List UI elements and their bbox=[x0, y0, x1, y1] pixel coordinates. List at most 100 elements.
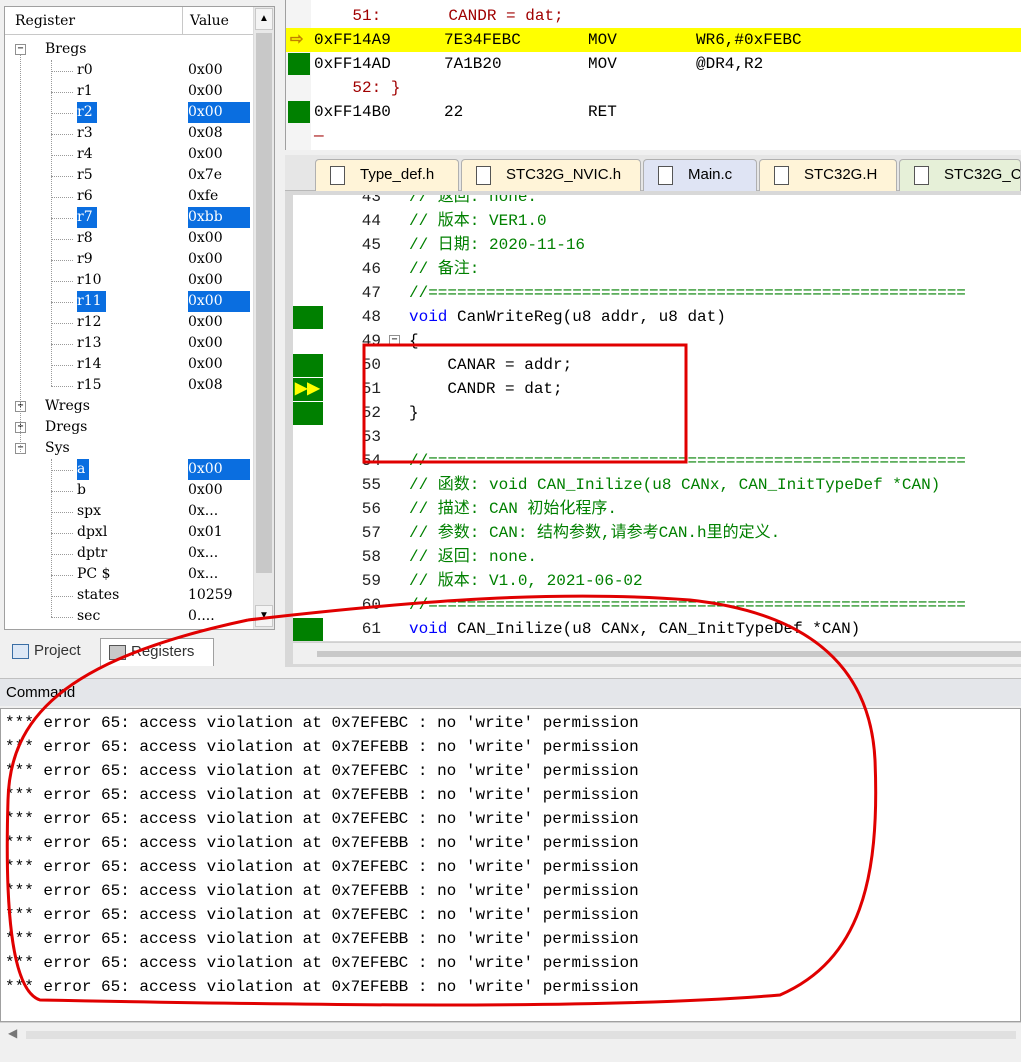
register-column-header[interactable]: Register bbox=[5, 7, 183, 35]
register-row[interactable]: r1 0x00 bbox=[5, 81, 253, 102]
register-name: r8 bbox=[77, 230, 93, 246]
disassembly-source-line[interactable]: 52: } bbox=[286, 76, 1021, 100]
line-number: 47 bbox=[361, 284, 381, 302]
register-name: Dregs bbox=[45, 419, 88, 435]
code-line[interactable]: 58 // 返回: none. bbox=[293, 545, 1021, 569]
file-tab[interactable]: Type_def.h bbox=[315, 159, 459, 191]
register-row[interactable]: dptr 0x... bbox=[5, 543, 253, 564]
collapse-icon[interactable]: − bbox=[15, 44, 26, 55]
code-line[interactable]: 56 // 描述: CAN 初始化程序. bbox=[293, 497, 1021, 521]
register-row[interactable]: r9 0x00 bbox=[5, 249, 253, 270]
code-line[interactable]: 49 { bbox=[293, 329, 1021, 353]
register-row[interactable]: sec 0.... bbox=[5, 606, 253, 627]
line-number: 54 bbox=[361, 452, 381, 470]
code-line[interactable]: 57 // 参数: CAN: 结构参数,请参考CAN.h里的定义. bbox=[293, 521, 1021, 545]
register-value: 0x00 bbox=[188, 230, 223, 246]
register-value: 0x00 bbox=[188, 482, 223, 498]
disassembly-source-line[interactable]: 51: CANDR = dat; bbox=[286, 4, 1021, 28]
register-row[interactable]: PC $ 0x... bbox=[5, 564, 253, 585]
source-text: — bbox=[314, 127, 324, 145]
register-row[interactable]: r8 0x00 bbox=[5, 228, 253, 249]
line-number: 50 bbox=[361, 356, 381, 374]
file-tab[interactable]: Main.c bbox=[643, 159, 757, 191]
scroll-thumb[interactable] bbox=[317, 651, 1021, 657]
code-line[interactable]: 59 // 版本: V1.0, 2021-06-02 bbox=[293, 569, 1021, 593]
file-tab[interactable]: STC32G_NVIC.h bbox=[461, 159, 641, 191]
file-tab[interactable]: STC32G_C bbox=[899, 159, 1021, 191]
register-row[interactable]: dpxl 0x01 bbox=[5, 522, 253, 543]
code-line[interactable]: 43 // 返回: none. bbox=[293, 195, 1021, 209]
register-group[interactable]: − Sys bbox=[5, 438, 253, 459]
scroll-down-icon[interactable]: ▼ bbox=[255, 605, 273, 627]
register-row[interactable]: r14 0x00 bbox=[5, 354, 253, 375]
line-number: 61 bbox=[361, 620, 381, 638]
register-row[interactable]: r10 0x00 bbox=[5, 270, 253, 291]
code-line[interactable]: 46 // 备注: bbox=[293, 257, 1021, 281]
register-row[interactable]: a 0x00 bbox=[5, 459, 253, 480]
register-name: r12 bbox=[77, 314, 102, 330]
register-value: 0x00 bbox=[188, 83, 223, 99]
code-line[interactable]: 50 CANAR = addr; bbox=[293, 353, 1021, 377]
code-line[interactable]: 53 bbox=[293, 425, 1021, 449]
disassembly-instruction[interactable]: 0xFF14A9 7E34FEBC MOV WR6,#0xFEBC ⇨ bbox=[286, 28, 1021, 52]
tree-connector bbox=[51, 386, 73, 387]
code-area[interactable]: ▶▶ − 43// 返回: none. 44// 版本: VER1.0 45// 日期… bbox=[293, 195, 1021, 641]
register-group[interactable]: + Wregs bbox=[5, 396, 253, 417]
code-line[interactable]: 47 //====================================… bbox=[293, 281, 1021, 305]
code-line[interactable]: 48 void CanWriteReg(u8 addr, u8 dat) bbox=[293, 305, 1021, 329]
file-tabs: Type_def.h STC32G_NVIC.h Main.c STC32G.H STC… bbox=[285, 155, 1021, 191]
command-output-line: *** error 65: access violation at 0x7EFE… bbox=[5, 810, 639, 828]
code-line[interactable]: 45 // 日期: 2020-11-16 bbox=[293, 233, 1021, 257]
code-line[interactable]: 44 // 版本: VER1.0 bbox=[293, 209, 1021, 233]
code-line[interactable]: 52} bbox=[293, 401, 1021, 425]
scroll-up-icon[interactable]: ▲ bbox=[255, 8, 273, 30]
register-row[interactable]: b 0x00 bbox=[5, 480, 253, 501]
register-row[interactable]: spx 0x... bbox=[5, 501, 253, 522]
command-horizontal-scrollbar[interactable]: ◀ bbox=[0, 1022, 1021, 1046]
register-row[interactable]: r11 0x00 bbox=[5, 291, 253, 312]
register-row[interactable]: r5 0x7e bbox=[5, 165, 253, 186]
register-row[interactable]: r4 0x00 bbox=[5, 144, 253, 165]
code-line[interactable]: 60 //====================================… bbox=[293, 593, 1021, 617]
code-line[interactable]: 54 //====================================… bbox=[293, 449, 1021, 473]
disassembly-instruction[interactable]: 0xFF14AD 7A1B20 MOV @DR4,R2 bbox=[286, 52, 1021, 76]
register-group[interactable]: + Dregs bbox=[5, 417, 253, 438]
register-row[interactable]: r15 0x08 bbox=[5, 375, 253, 396]
code-line[interactable]: 61 void CAN_Inilize(u8 CANx, CAN_InitType… bbox=[293, 617, 1021, 641]
register-row[interactable]: r0 0x00 bbox=[5, 60, 253, 81]
register-row[interactable]: r3 0x08 bbox=[5, 123, 253, 144]
command-output-line: *** error 65: access violation at 0x7EFE… bbox=[5, 882, 639, 900]
command-output-line: *** error 65: access violation at 0x7EFE… bbox=[5, 906, 639, 924]
source-text: 51: CANDR = dat; bbox=[314, 7, 564, 25]
disassembly-source-line[interactable]: — bbox=[286, 124, 1021, 148]
register-name: r9 bbox=[77, 251, 93, 267]
command-output[interactable]: *** error 65: access violation at 0x7EFE… bbox=[0, 708, 1021, 1022]
register-group[interactable]: − Bregs bbox=[5, 39, 253, 60]
register-row[interactable]: r2 0x00 bbox=[5, 102, 253, 123]
tab-project[interactable]: Project bbox=[4, 638, 96, 666]
scroll-thumb[interactable] bbox=[26, 1031, 1016, 1039]
file-tab[interactable]: STC32G.H bbox=[759, 159, 897, 191]
register-row[interactable]: states 10259 bbox=[5, 585, 253, 606]
scroll-left-icon[interactable]: ◀ bbox=[8, 1026, 17, 1040]
code-line[interactable]: 51 CANDR = dat; bbox=[293, 377, 1021, 401]
tree-connector bbox=[51, 533, 73, 534]
register-row[interactable]: r13 0x00 bbox=[5, 333, 253, 354]
register-row[interactable]: r6 0xfe bbox=[5, 186, 253, 207]
tab-registers[interactable]: Registers bbox=[100, 638, 214, 666]
instruction-address: 0xFF14B0 bbox=[314, 103, 391, 121]
registers-scrollbar[interactable]: ▲ ▼ bbox=[253, 7, 274, 629]
register-value: 0x00 bbox=[188, 459, 250, 480]
register-value: 0x00 bbox=[188, 272, 223, 288]
editor-horizontal-scrollbar[interactable] bbox=[293, 642, 1021, 664]
register-name: r5 bbox=[77, 167, 93, 183]
value-column-header[interactable]: Value bbox=[184, 7, 253, 35]
register-name: PC $ bbox=[77, 566, 111, 582]
register-row[interactable]: r7 0xbb bbox=[5, 207, 253, 228]
file-icon bbox=[476, 166, 491, 185]
tree-line bbox=[20, 55, 21, 454]
scroll-thumb[interactable] bbox=[256, 33, 272, 573]
disassembly-instruction[interactable]: 0xFF14B0 22 RET bbox=[286, 100, 1021, 124]
register-row[interactable]: r12 0x00 bbox=[5, 312, 253, 333]
code-line[interactable]: 55 // 函数: void CAN_Inilize(u8 CANx, CAN_I… bbox=[293, 473, 1021, 497]
